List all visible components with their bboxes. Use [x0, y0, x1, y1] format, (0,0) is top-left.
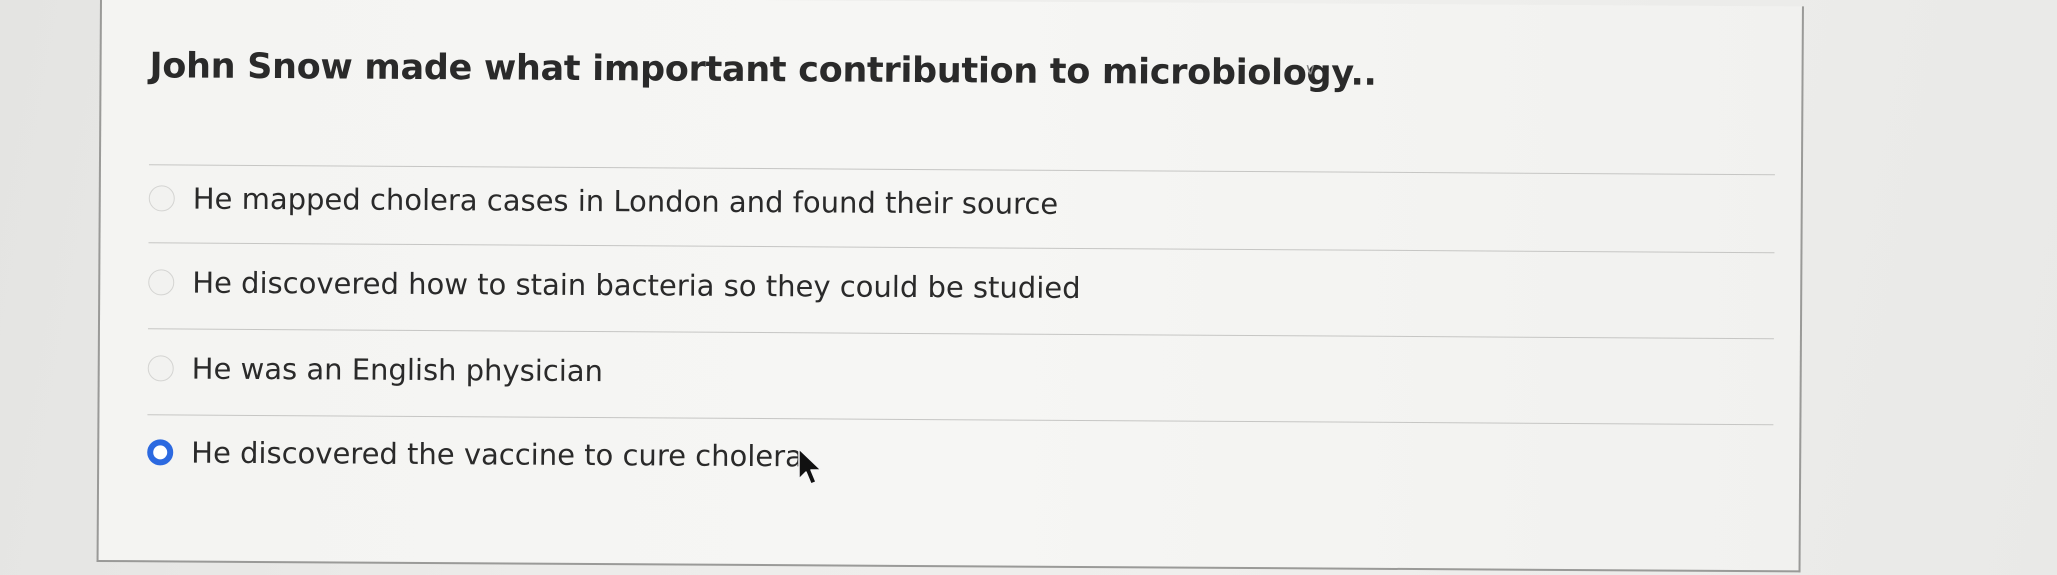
radio-button-icon[interactable] — [147, 355, 174, 382]
divider — [148, 242, 1775, 254]
answer-option-3[interactable]: He was an English physician — [147, 348, 604, 391]
divider — [147, 414, 1774, 426]
answer-option-4[interactable]: He discovered the vaccine to cure choler… — [147, 432, 803, 476]
answer-option-label: He was an English physician — [191, 351, 604, 389]
question-card: John Snow made what important contributi… — [96, 0, 1804, 573]
answer-option-label: He discovered how to stain bacteria so t… — [192, 265, 1081, 305]
divider — [148, 164, 1775, 176]
question-text: John Snow made what important contributi… — [149, 46, 1377, 94]
chevron-down-icon[interactable]: ∨ — [1305, 59, 1317, 78]
answer-option-1[interactable]: He mapped cholera cases in London and fo… — [148, 178, 1059, 224]
divider — [147, 328, 1774, 340]
answer-option-label: He mapped cholera cases in London and fo… — [192, 181, 1059, 221]
mouse-pointer-icon — [798, 448, 822, 485]
radio-button-icon[interactable] — [148, 185, 175, 212]
radio-button-selected-icon[interactable] — [147, 439, 174, 466]
answer-option-2[interactable]: He discovered how to stain bacteria so t… — [148, 262, 1081, 308]
answer-option-label: He discovered the vaccine to cure choler… — [191, 435, 803, 474]
radio-button-icon[interactable] — [148, 269, 175, 296]
